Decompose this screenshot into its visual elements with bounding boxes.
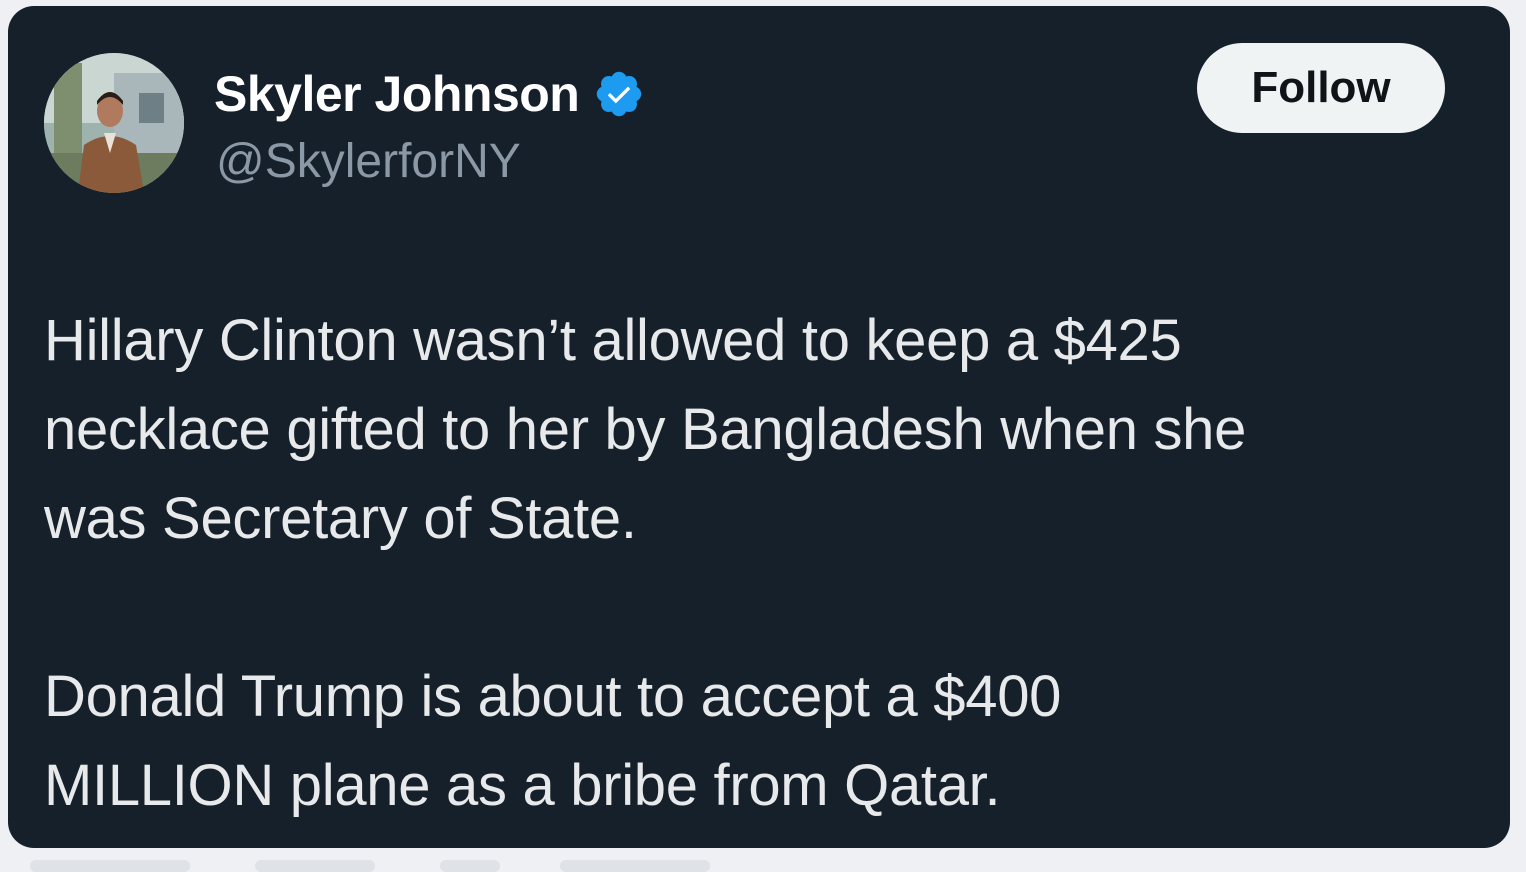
action-placeholder <box>30 860 190 872</box>
tweet-card: Skyler Johnson @SkylerforNY Follow Hilla… <box>8 6 1510 848</box>
tweet-paragraph: Donald Trump is about to accept a $400 M… <box>44 664 1062 818</box>
tweet-paragraph: Hillary Clinton wasn’t allowed to keep a… <box>44 308 1247 551</box>
avatar[interactable] <box>44 53 184 193</box>
author-name-row: Skyler Johnson <box>214 64 645 124</box>
display-name[interactable]: Skyler Johnson <box>214 65 580 123</box>
verified-badge-icon[interactable] <box>593 68 645 120</box>
profile-photo-icon <box>44 53 184 193</box>
action-placeholder <box>255 860 375 872</box>
follow-button[interactable]: Follow <box>1197 43 1445 133</box>
tweet-text: Hillary Clinton wasn’t allowed to keep a… <box>44 296 1464 830</box>
action-placeholder <box>440 860 500 872</box>
action-placeholder <box>560 860 710 872</box>
author-handle[interactable]: @SkylerforNY <box>216 134 521 189</box>
